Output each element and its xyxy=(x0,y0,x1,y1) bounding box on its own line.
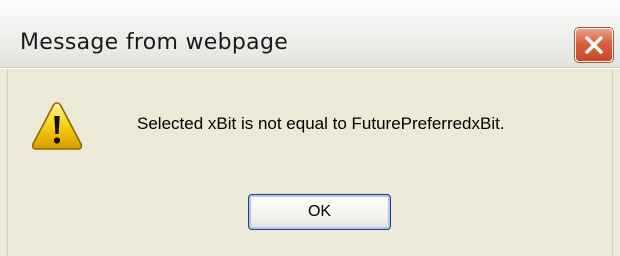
close-icon xyxy=(585,36,603,54)
title-bar[interactable]: Message from webpage xyxy=(0,0,620,68)
message-dialog: Message from webpage Selected xBit is no… xyxy=(0,0,620,256)
window-left-border xyxy=(0,69,8,256)
dialog-title: Message from webpage xyxy=(20,30,289,55)
ok-button[interactable]: OK xyxy=(248,194,391,230)
window-right-border xyxy=(612,69,620,256)
close-button[interactable] xyxy=(575,28,613,62)
message-text: Selected xBit is not equal to FuturePref… xyxy=(137,114,505,133)
warning-icon xyxy=(31,102,83,150)
